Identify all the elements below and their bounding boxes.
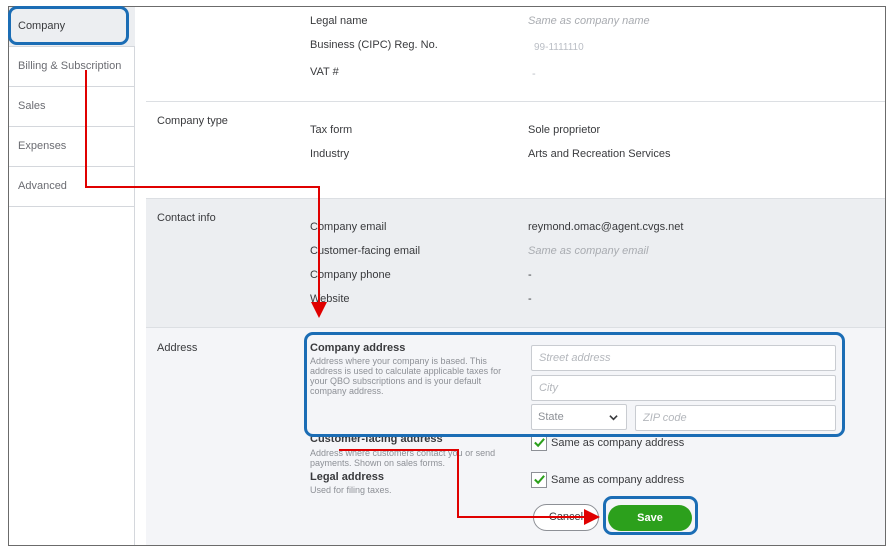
legal-name-value: Same as company name xyxy=(528,15,650,27)
save-button[interactable]: Save xyxy=(608,505,692,531)
contact-info-title: Contact info xyxy=(157,212,216,224)
industry-value: Arts and Recreation Services xyxy=(528,148,671,160)
reg-number-label: Business (CIPC) Reg. No. xyxy=(310,39,438,51)
company-email-value: reymond.omac@agent.cvgs.net xyxy=(528,221,684,233)
company-email-label: Company email xyxy=(310,221,387,233)
vat-value: - xyxy=(532,68,536,80)
tax-form-value: Sole proprietor xyxy=(528,124,601,136)
industry-label: Industry xyxy=(310,148,350,160)
company-address-title: Company address xyxy=(310,342,406,354)
contact-info-section[interactable]: Contact info Company email reymond.omac@… xyxy=(146,199,885,328)
reg-number-value: 99-1111110 xyxy=(534,42,584,53)
customer-same-checkbox[interactable] xyxy=(531,435,547,451)
legal-address-title: Legal address xyxy=(310,471,384,483)
customer-address-title: Customer-facing address xyxy=(310,433,443,445)
sidebar-item-sales[interactable]: Sales xyxy=(9,87,135,127)
company-type-title: Company type xyxy=(157,115,228,127)
customer-address-description: Address where customers contact you or s… xyxy=(310,448,496,468)
website-label: Website xyxy=(310,293,350,305)
sidebar-item-billing[interactable]: Billing & Subscription xyxy=(9,47,135,87)
sidebar-item-label: Billing & Subscription xyxy=(18,60,122,72)
sidebar-item-label: Company xyxy=(18,20,66,32)
settings-content: Legal name Same as company name Business… xyxy=(136,7,885,545)
checkmark-icon xyxy=(534,438,545,448)
legal-same-checkbox[interactable] xyxy=(531,472,547,488)
address-section: Address Company address Address where yo… xyxy=(146,328,885,545)
sidebar-item-label: Sales xyxy=(18,100,46,112)
city-input[interactable] xyxy=(531,375,836,401)
legal-address-description: Used for filing taxes. xyxy=(310,485,392,495)
legal-name-label: Legal name xyxy=(310,15,368,27)
company-type-section[interactable]: Company type Tax form Sole proprietor In… xyxy=(146,102,885,199)
website-value: - xyxy=(528,293,532,305)
settings-sidebar: Company Billing & Subscription Sales Exp… xyxy=(9,7,135,545)
legal-same-label: Same as company address xyxy=(551,474,685,486)
tax-form-label: Tax form xyxy=(310,124,353,136)
sidebar-item-label: Advanced xyxy=(18,180,67,192)
company-phone-value: - xyxy=(528,269,532,281)
sidebar-item-company[interactable]: Company xyxy=(9,7,135,47)
settings-window: Company Billing & Subscription Sales Exp… xyxy=(8,6,886,546)
chevron-down-icon xyxy=(609,415,618,421)
street-address-input[interactable] xyxy=(531,345,836,371)
vat-label: VAT # xyxy=(310,66,339,78)
customer-email-value: Same as company email xyxy=(528,245,649,257)
company-address-description: Address where your company is based. Thi… xyxy=(310,356,502,396)
state-select[interactable]: State xyxy=(531,404,627,430)
sidebar-item-expenses[interactable]: Expenses xyxy=(9,127,135,167)
address-title: Address xyxy=(157,342,198,354)
state-select-value: State xyxy=(538,411,564,423)
legal-info-section[interactable]: Legal name Same as company name Business… xyxy=(146,7,885,102)
zip-code-input[interactable] xyxy=(635,405,836,431)
sidebar-item-advanced[interactable]: Advanced xyxy=(9,167,135,207)
company-phone-label: Company phone xyxy=(310,269,391,281)
cancel-button[interactable]: Cancel xyxy=(533,504,599,531)
customer-email-label: Customer-facing email xyxy=(310,245,421,257)
checkmark-icon xyxy=(534,475,545,485)
customer-same-label: Same as company address xyxy=(551,437,685,449)
sidebar-item-label: Expenses xyxy=(18,140,67,152)
